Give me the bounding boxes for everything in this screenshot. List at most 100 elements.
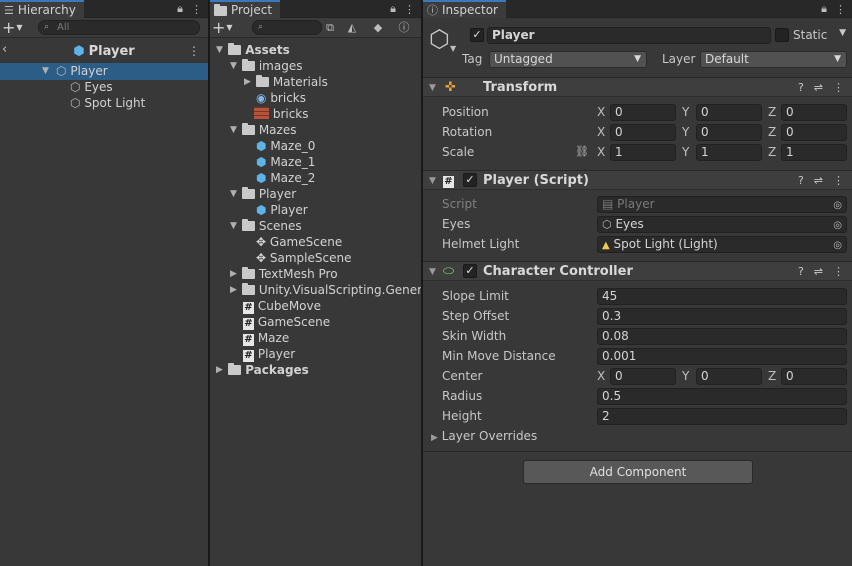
- tree-item-player-script[interactable]: # Player: [243, 346, 295, 362]
- tab-project[interactable]: Project: [210, 0, 281, 18]
- component-menu-icon[interactable]: ⋮: [833, 80, 844, 96]
- expand-arrow-icon[interactable]: ▼: [230, 122, 237, 138]
- collapse-arrow-icon[interactable]: ▶: [230, 282, 237, 298]
- tree-item-packages[interactable]: ▶ Packages: [216, 362, 309, 378]
- tree-item-player-folder[interactable]: ▼ Player: [230, 186, 296, 202]
- expand-arrow-icon[interactable]: ▼: [42, 63, 49, 79]
- tree-item-scenes[interactable]: ▼ Scenes: [230, 218, 302, 234]
- tree-item-maze-2[interactable]: ⬢ Maze_2: [256, 170, 315, 186]
- lock-icon[interactable]: 🔒︎: [821, 2, 827, 16]
- static-checkbox[interactable]: [775, 28, 789, 42]
- collapse-arrow-icon[interactable]: ▶: [216, 362, 223, 378]
- tree-item-game-scene[interactable]: ✥ GameScene: [256, 234, 342, 250]
- help-icon[interactable]: ?: [798, 173, 804, 189]
- tree-item-sample-scene[interactable]: ✥ SampleScene: [256, 250, 351, 266]
- tab-hierarchy[interactable]: ☰ Hierarchy: [0, 0, 84, 18]
- label-tag-icon[interactable]: ◆: [368, 20, 388, 36]
- presets-sliders-icon[interactable]: ⇌: [814, 173, 823, 189]
- create-button[interactable]: +▼: [212, 19, 233, 40]
- player-script-enabled-checkbox[interactable]: ✓: [463, 173, 477, 187]
- tree-item-textmesh-pro[interactable]: ▶ TextMesh Pro: [230, 266, 338, 282]
- rotation-x-field[interactable]: 0: [610, 124, 676, 141]
- presets-sliders-icon[interactable]: ⇌: [814, 264, 823, 280]
- helmet-light-reference-field[interactable]: ▲ Spot Light (Light) ◎: [597, 236, 847, 253]
- step-offset-field[interactable]: 0.3: [597, 308, 847, 325]
- icon-dropdown-caret-icon[interactable]: ▼: [450, 44, 456, 53]
- gameobject-cube-icon[interactable]: ⬡: [429, 26, 450, 52]
- min-move-distance-field[interactable]: 0.001: [597, 348, 847, 365]
- tree-item-bricks-texture[interactable]: bricks: [254, 106, 309, 122]
- tree-item-bricks-material[interactable]: ◉ bricks: [256, 90, 306, 106]
- collapse-arrow-icon[interactable]: ▶: [431, 433, 438, 443]
- tree-item-cubemove-script[interactable]: # CubeMove: [243, 298, 321, 314]
- collapse-arrow-icon[interactable]: ▶: [244, 74, 251, 90]
- rotation-z-field[interactable]: 0: [781, 124, 847, 141]
- scene-menu-icon[interactable]: ⋮: [188, 44, 200, 58]
- lock-icon[interactable]: 🔒︎: [177, 2, 183, 16]
- help-icon[interactable]: ?: [798, 80, 804, 96]
- fold-arrow-icon[interactable]: ▼: [429, 264, 436, 280]
- help-icon[interactable]: ?: [798, 264, 804, 280]
- scale-x-field[interactable]: 1: [610, 144, 676, 161]
- transform-component-header[interactable]: ▼ ✜ Transform ? ⇌ ⋮: [423, 77, 852, 97]
- layer-overrides-foldout[interactable]: ▶ Layer Overrides: [431, 427, 537, 445]
- info-count-icon[interactable]: ⓘ: [394, 20, 414, 36]
- expand-arrow-icon[interactable]: ▼: [230, 186, 237, 202]
- position-x-field[interactable]: 0: [610, 104, 676, 121]
- tree-item-maze-1[interactable]: ⬢ Maze_1: [256, 154, 315, 170]
- collapse-arrow-icon[interactable]: ▶: [230, 266, 237, 282]
- tree-item-assets[interactable]: ▼ Assets: [216, 42, 290, 58]
- scale-y-field[interactable]: 1: [696, 144, 762, 161]
- center-x-field[interactable]: 0: [610, 368, 676, 385]
- component-menu-icon[interactable]: ⋮: [833, 264, 844, 280]
- expand-arrow-icon[interactable]: ▼: [230, 218, 237, 234]
- more-options-icon[interactable]: ⋮: [404, 3, 415, 16]
- skin-width-field[interactable]: 0.08: [597, 328, 847, 345]
- position-y-field[interactable]: 0: [696, 104, 762, 121]
- tag-dropdown[interactable]: Untagged ▼: [489, 51, 647, 68]
- lock-icon[interactable]: 🔒︎: [390, 2, 396, 16]
- layer-dropdown[interactable]: Default ▼: [700, 51, 847, 68]
- tree-item-images[interactable]: ▼ images: [230, 58, 302, 74]
- active-checkbox[interactable]: ✓: [470, 28, 484, 42]
- search-by-type-icon[interactable]: ⧉: [320, 20, 340, 36]
- static-dropdown-caret-icon[interactable]: ▼: [839, 28, 846, 38]
- hierarchy-item-eyes[interactable]: ⬡ Eyes: [70, 79, 113, 95]
- create-button[interactable]: +▼: [2, 19, 23, 40]
- constrain-proportions-link-icon[interactable]: ⛓: [575, 143, 589, 161]
- expand-arrow-icon[interactable]: ▼: [230, 58, 237, 74]
- character-controller-enabled-checkbox[interactable]: ✓: [463, 264, 477, 278]
- tree-item-materials[interactable]: ▶ Materials: [244, 74, 328, 90]
- position-z-field[interactable]: 0: [781, 104, 847, 121]
- tree-item-maze-script[interactable]: # Maze: [243, 330, 289, 346]
- object-picker-icon[interactable]: ◎: [833, 238, 842, 252]
- hierarchy-item-player[interactable]: ▼ ⬡ Player: [42, 63, 108, 79]
- center-z-field[interactable]: 0: [781, 368, 847, 385]
- scale-z-field[interactable]: 1: [781, 144, 847, 161]
- radius-field[interactable]: 0.5: [597, 388, 847, 405]
- tree-item-player-prefab[interactable]: ⬢ Player: [256, 202, 308, 218]
- player-script-component-header[interactable]: ▼ # ✓ Player (Script) ? ⇌ ⋮: [423, 170, 852, 190]
- tree-item-maze-0[interactable]: ⬢ Maze_0: [256, 138, 315, 154]
- fold-arrow-icon[interactable]: ▼: [429, 80, 436, 96]
- slope-limit-field[interactable]: 45: [597, 288, 847, 305]
- expand-arrow-icon[interactable]: ▼: [216, 42, 223, 58]
- rotation-y-field[interactable]: 0: [696, 124, 762, 141]
- hierarchy-search-input[interactable]: ⌕ All: [38, 20, 200, 35]
- project-search-input[interactable]: ⌕: [252, 20, 322, 35]
- presets-sliders-icon[interactable]: ⇌: [814, 80, 823, 96]
- tree-item-gamescene-script[interactable]: # GameScene: [243, 314, 330, 330]
- tree-item-mazes[interactable]: ▼ Mazes: [230, 122, 296, 138]
- component-menu-icon[interactable]: ⋮: [833, 173, 844, 189]
- hierarchy-item-spot-light[interactable]: ⬡ Spot Light: [70, 95, 145, 111]
- tab-inspector[interactable]: ⓘ Inspector: [423, 0, 506, 18]
- fold-arrow-icon[interactable]: ▼: [429, 173, 436, 189]
- tree-item-visual-scripting[interactable]: ▶ Unity.VisualScripting.Genera: [230, 282, 421, 298]
- eyes-reference-field[interactable]: ⬡ Eyes ◎: [597, 216, 847, 233]
- more-options-icon[interactable]: ⋮: [835, 3, 846, 16]
- object-name-field[interactable]: Player: [487, 27, 771, 44]
- more-options-icon[interactable]: ⋮: [191, 3, 202, 16]
- center-y-field[interactable]: 0: [696, 368, 762, 385]
- add-component-button[interactable]: Add Component: [523, 460, 753, 484]
- character-controller-component-header[interactable]: ▼ ⬭ ✓ Character Controller ? ⇌ ⋮: [423, 261, 852, 281]
